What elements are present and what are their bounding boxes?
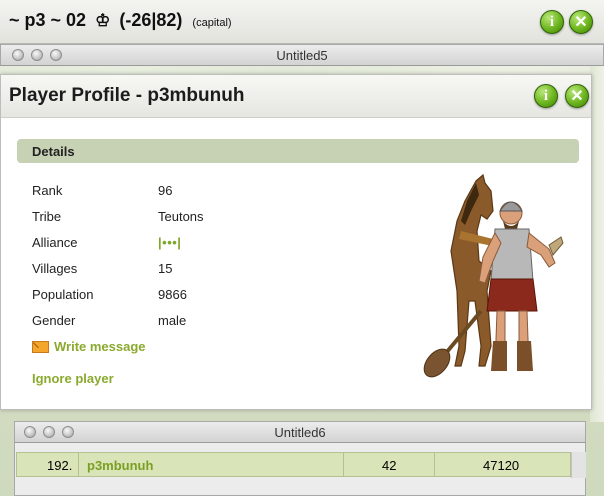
column-divider (78, 453, 79, 476)
write-message-link[interactable]: Write message (54, 339, 146, 354)
alliance-label: Alliance (32, 235, 78, 250)
profile-info-button[interactable]: i (534, 84, 558, 108)
club-weapon (423, 309, 483, 378)
king-icon: ♔ (95, 11, 111, 30)
window-bar-untitled6: Untitled6 (14, 421, 586, 443)
ranking-row[interactable]: 192. p3mbunuh 42 47120 (16, 452, 571, 477)
warrior-illustration (478, 201, 564, 371)
village-window: ~ p3 ~ 02 ♔ (-26|82) (capital) i ✕ (0, 0, 604, 44)
tribe-label: Tribe (32, 209, 62, 224)
village-close-button[interactable]: ✕ (569, 10, 593, 34)
village-title: ~ p3 ~ 02 ♔ (-26|82) (capital) (9, 10, 232, 31)
profile-header: Player Profile - p3mbunuh i ✕ (1, 75, 591, 118)
profile-title: Player Profile - p3mbunuh (9, 85, 245, 106)
capital-label: (capital) (192, 17, 232, 29)
village-coordinates: (-26|82) (119, 10, 183, 30)
village-name: ~ p3 ~ 02 (9, 10, 87, 30)
scrollbar[interactable] (571, 452, 586, 478)
rank-label: Rank (32, 183, 63, 198)
column-divider (434, 453, 435, 476)
ranking-col4-value: 47120 (483, 458, 520, 473)
player-avatar-image (423, 173, 564, 378)
rank-value: 96 (158, 183, 173, 198)
details-heading: Details (32, 144, 75, 159)
alliance-link[interactable]: |•••| (158, 235, 181, 250)
window-bar-untitled5: Untitled5 (0, 44, 604, 66)
window-title: Untitled5 (276, 48, 328, 63)
village-info-button[interactable]: i (540, 10, 564, 34)
villages-label: Villages (32, 261, 78, 276)
gender-value: male (158, 313, 187, 328)
ranking-player-name[interactable]: p3mbunuh (87, 458, 153, 473)
gender-label: Gender (32, 313, 76, 328)
player-profile-panel: Player Profile - p3mbunuh i ✕ Details Ra… (0, 74, 592, 410)
envelope-icon[interactable] (32, 341, 49, 353)
ranking-col3-value: 42 (382, 458, 397, 473)
population-label: Population (32, 287, 94, 302)
ranking-position: 192. (47, 458, 73, 473)
details-header: Details (17, 139, 579, 163)
villages-value: 15 (158, 261, 173, 276)
column-divider (343, 453, 344, 476)
window-title: Untitled6 (274, 425, 326, 440)
map-edge (590, 42, 604, 422)
population-value: 9866 (158, 287, 187, 302)
profile-close-button[interactable]: ✕ (565, 84, 589, 108)
ignore-player-link[interactable]: Ignore player (32, 371, 114, 386)
tribe-value: Teutons (158, 209, 204, 224)
